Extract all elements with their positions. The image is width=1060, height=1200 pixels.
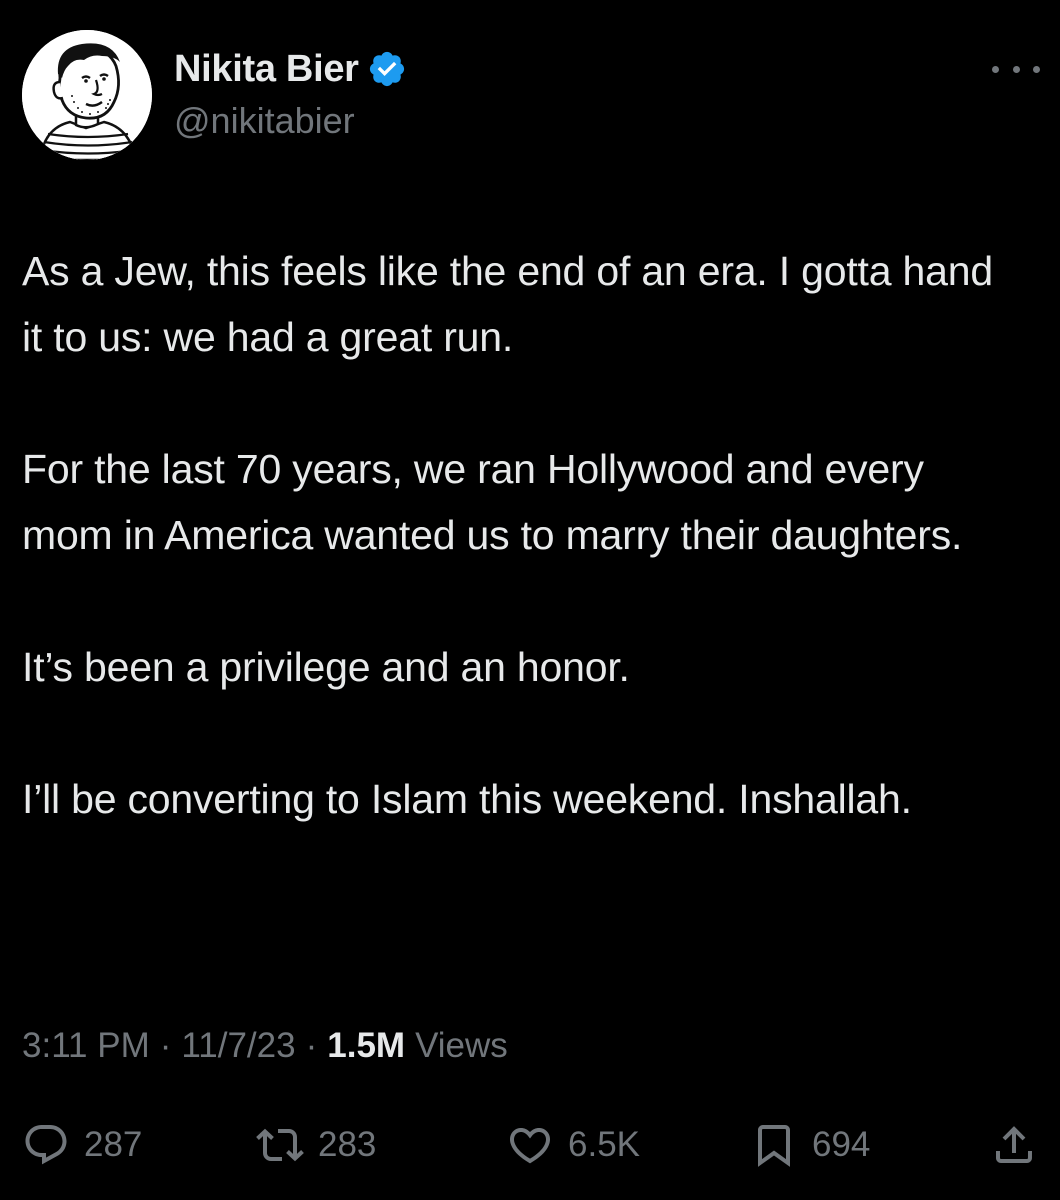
views-label[interactable]: Views xyxy=(415,1026,508,1066)
meta-separator: · xyxy=(159,1026,172,1065)
like-button[interactable]: 6.5K xyxy=(506,1110,640,1180)
bookmark-button[interactable]: 694 xyxy=(750,1110,870,1180)
tweet-date[interactable]: 11/7/23 xyxy=(181,1026,295,1066)
tweet-paragraph: I’ll be converting to Islam this weekend… xyxy=(22,776,912,822)
repost-count: 283 xyxy=(318,1125,377,1164)
tweet-paragraph: For the last 70 years, we ran Hollywood … xyxy=(22,446,963,558)
tweet-paragraph: It’s been a privilege and an honor. xyxy=(22,644,630,690)
tweet-paragraph: As a Jew, this feels like the end of an … xyxy=(22,248,993,360)
views-count[interactable]: 1.5M xyxy=(327,1026,405,1066)
avatar[interactable] xyxy=(22,30,152,160)
verified-badge-icon xyxy=(367,49,407,89)
action-bar: 287 283 6.5K 694 xyxy=(0,1110,1060,1180)
more-dot xyxy=(1033,65,1040,73)
tweet-meta: 3:11 PM · 11/7/23 · 1.5M Views xyxy=(22,1026,508,1066)
author-handle[interactable]: @nikitabier xyxy=(174,100,355,142)
bookmark-count: 694 xyxy=(812,1125,871,1164)
reply-icon xyxy=(25,1125,67,1165)
heart-icon xyxy=(509,1128,551,1164)
share-button[interactable] xyxy=(990,1110,1038,1180)
avatar-illustration xyxy=(22,30,152,160)
author-name-row: Nikita Bier xyxy=(174,44,407,94)
author-name[interactable]: Nikita Bier xyxy=(174,48,359,91)
share-icon xyxy=(996,1126,1032,1163)
repost-icon xyxy=(256,1128,304,1162)
more-dot xyxy=(1012,65,1020,73)
reply-count: 287 xyxy=(84,1125,143,1164)
tweet-text: As a Jew, this feels like the end of an … xyxy=(22,238,1022,832)
bookmark-icon xyxy=(758,1125,790,1167)
like-count: 6.5K xyxy=(568,1125,640,1164)
meta-separator: · xyxy=(305,1026,318,1065)
reply-button[interactable]: 287 xyxy=(22,1110,142,1180)
tweet: Nikita Bier @nikitabier As a Jew, this f… xyxy=(0,0,1060,1200)
tweet-time[interactable]: 3:11 PM xyxy=(22,1026,150,1066)
more-dot xyxy=(992,65,999,73)
repost-button[interactable]: 283 xyxy=(256,1110,376,1180)
more-icon[interactable] xyxy=(992,54,1040,84)
